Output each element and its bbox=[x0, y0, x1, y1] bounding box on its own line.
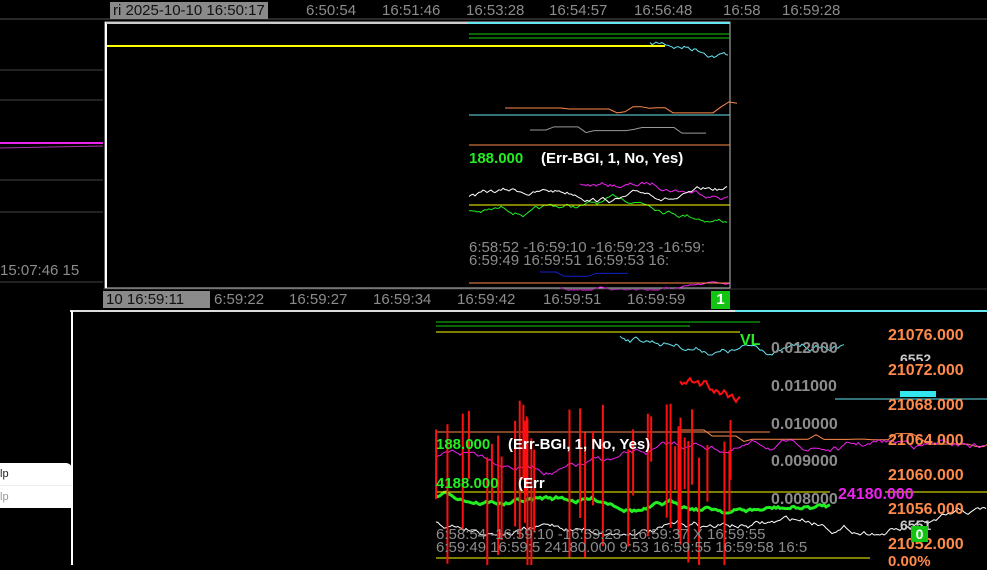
lower-indicator-1-value: 188.000 bbox=[436, 436, 491, 453]
upper-axis-tick: 16:59:59 bbox=[627, 291, 686, 308]
top-axis-cursor-time: ri 2025-10-10 16:50:17 bbox=[110, 2, 268, 19]
volatility-scale-label: 0.011000 bbox=[771, 378, 837, 395]
price-scale-label: 21076.000 bbox=[888, 327, 964, 344]
green-series bbox=[469, 193, 728, 223]
top-axis-tick: 6:50:54 bbox=[306, 2, 357, 19]
volatility-scale-label: 0.008000 bbox=[771, 491, 838, 508]
red-series bbox=[679, 376, 741, 404]
context-popup: lp lp bbox=[0, 463, 72, 508]
price-scale-label: 21060.000 bbox=[888, 467, 964, 484]
volatility-scale-label: 0.010000 bbox=[771, 416, 838, 433]
popup-item[interactable]: lp bbox=[0, 486, 72, 508]
orange-series bbox=[505, 101, 738, 114]
lower-window-badge[interactable]: 0 bbox=[911, 526, 928, 542]
volatility-scale-label: 0.009000 bbox=[771, 453, 838, 470]
lower-indicator-2-params: (Err bbox=[518, 475, 545, 492]
upper-axis-tick: 16:59:51 bbox=[543, 291, 602, 308]
vl-label: VL bbox=[740, 332, 761, 349]
upper-indicator-params: (Err-BGI, 1, No, Yes) bbox=[541, 150, 684, 167]
price-scale-label: 21072.000 bbox=[888, 362, 964, 379]
top-axis-tick: 16:56:48 bbox=[634, 2, 693, 19]
percent-change: 0.00% bbox=[888, 553, 931, 570]
top-axis-tick: 16:59:28 bbox=[782, 2, 841, 19]
upper-axis-tick: 16:59:34 bbox=[373, 291, 432, 308]
top-axis-tick: 16:51:46 bbox=[382, 2, 441, 19]
upper-indicator-value: 188.000 bbox=[469, 150, 524, 167]
gray-series bbox=[530, 126, 706, 134]
cyan-marker bbox=[900, 391, 936, 397]
magenta-series bbox=[579, 181, 729, 200]
volume-label-top: 6552 bbox=[900, 351, 932, 361]
upper-axis-tick: 16:59:27 bbox=[289, 291, 348, 308]
popup-item[interactable]: lp bbox=[0, 463, 72, 486]
left-window-time-label: 15:07:46 15 bbox=[0, 262, 80, 279]
upper-axis-cursor-time: 10 16:59:11 bbox=[103, 291, 210, 308]
cyan-price-series bbox=[649, 41, 729, 59]
magenta-last-value: 24180.000 bbox=[838, 486, 914, 503]
top-axis-tick: 16:53:28 bbox=[466, 2, 525, 19]
lower-indicator-1-params: (Err-BGI, 1, No, Yes) bbox=[508, 436, 651, 453]
top-axis-tick: 16:54:57 bbox=[549, 2, 608, 19]
upper-sub-axis-2: 6:59:49 16:59:51 16:59:53 16: bbox=[469, 252, 670, 269]
price-scale-label: 21064.000 bbox=[888, 432, 964, 449]
top-axis-tick: 16:58 bbox=[723, 2, 761, 19]
white-series bbox=[468, 185, 728, 204]
upper-window-badge[interactable]: 1 bbox=[711, 291, 730, 309]
magenta-series bbox=[0, 145, 104, 149]
price-scale-label: 21068.000 bbox=[888, 397, 964, 414]
upper-axis-tick: 16:59:42 bbox=[457, 291, 516, 308]
upper-axis-tick: 6:59:22 bbox=[214, 291, 265, 308]
lower-indicator-2-value: 4188.000 bbox=[436, 475, 499, 492]
volatility-scale-label: 0.012000 bbox=[771, 340, 838, 357]
blue-series bbox=[540, 271, 628, 277]
lower-sub-axis-2: 6:59:49 16:59:5 24180.000 9:53 16:59:55 … bbox=[436, 539, 808, 556]
